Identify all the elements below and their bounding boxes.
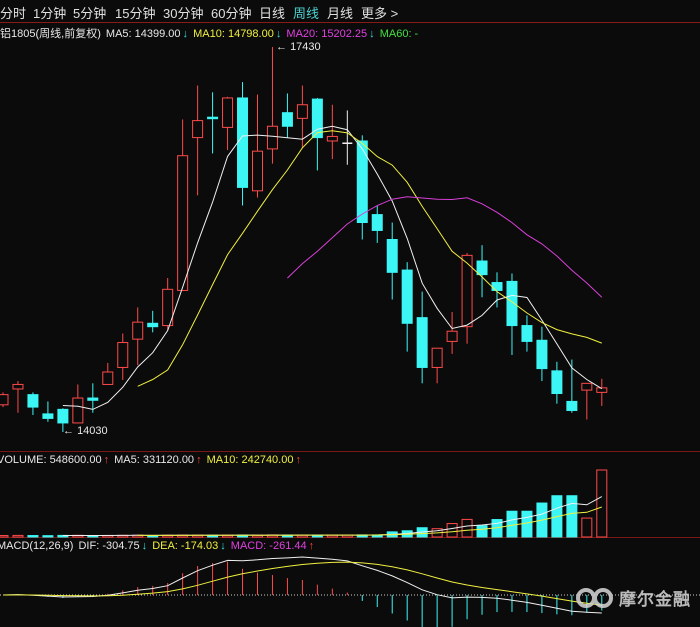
- candle-body: [476, 260, 488, 276]
- candle-body: [147, 322, 159, 328]
- candle-body: [72, 397, 84, 424]
- ma5-line: [62, 125, 603, 410]
- candle-body: [207, 116, 219, 120]
- high-value: 17430: [290, 41, 321, 53]
- candle-body: [12, 383, 24, 390]
- candle-body: [326, 135, 338, 142]
- candle-body: [222, 97, 234, 128]
- candle-body: [117, 342, 129, 368]
- candle-body: [0, 394, 9, 406]
- volume-bar: [506, 510, 518, 538]
- volume-bar: [12, 534, 24, 538]
- candle-body: [237, 97, 249, 188]
- logo: 摩尔金融: [575, 585, 691, 610]
- candle-body: [536, 339, 548, 370]
- candle-body: [57, 408, 69, 424]
- candle-body: [491, 282, 503, 291]
- candle-body: [281, 112, 293, 127]
- candle-body: [296, 104, 308, 119]
- candle-body: [371, 214, 383, 231]
- high-annotation: ← 17430: [276, 41, 321, 53]
- volume-bar: [566, 495, 578, 538]
- volume-bar: [0, 535, 9, 538]
- kline-chart[interactable]: [0, 0, 700, 627]
- candle-body: [551, 370, 563, 394]
- candle-body: [356, 140, 368, 224]
- ma20-line: [287, 196, 603, 298]
- candle-body: [401, 269, 413, 324]
- low-value: 14030: [77, 425, 108, 437]
- candle-body: [251, 150, 263, 192]
- candle-body: [87, 397, 99, 401]
- volume-bar: [446, 523, 458, 538]
- candle-body: [192, 120, 204, 139]
- logo-text: 摩尔金融: [619, 590, 691, 609]
- volume-bar: [596, 469, 608, 538]
- candle-body: [42, 413, 54, 419]
- candle-body: [102, 371, 114, 385]
- volume-bar: [476, 525, 488, 538]
- volume-bar: [27, 535, 39, 538]
- candle-body: [266, 125, 278, 150]
- candle-body: [566, 400, 578, 411]
- candle-body: [506, 280, 518, 327]
- volume-bar: [581, 517, 593, 538]
- candle-body: [521, 325, 533, 342]
- low-annotation: ← 14030: [63, 425, 108, 437]
- candle-body: [431, 347, 443, 368]
- volume-bar: [461, 518, 473, 538]
- volume-bar: [42, 535, 54, 538]
- logo-icon: [576, 587, 613, 608]
- candle-body: [27, 394, 39, 408]
- volume-bar: [521, 510, 533, 538]
- ma10-line: [137, 130, 602, 387]
- candle-body: [132, 321, 144, 340]
- candle-body: [386, 239, 398, 273]
- candle-body: [416, 317, 428, 368]
- candle-body: [177, 155, 189, 291]
- candle-body: [581, 382, 593, 391]
- candle-body: [446, 330, 458, 342]
- volume-ma5-line: [62, 496, 603, 536]
